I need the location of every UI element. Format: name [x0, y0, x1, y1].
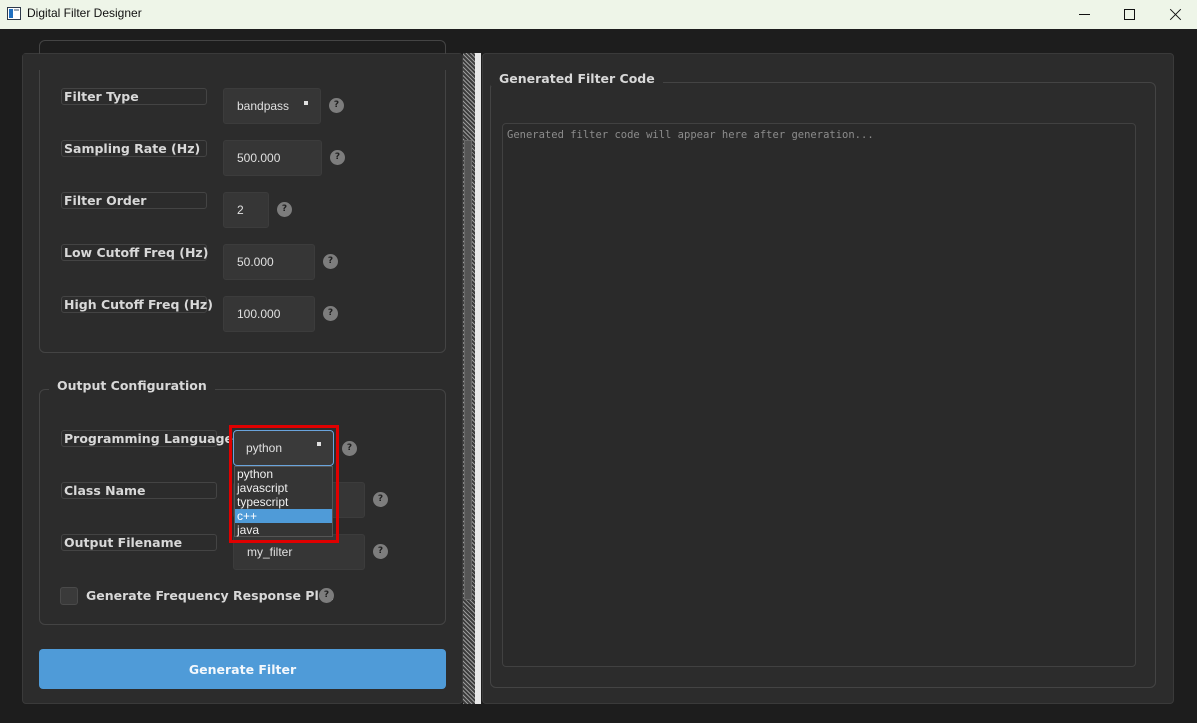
splitter-handle[interactable] — [475, 53, 481, 704]
programming-language-label: Programming Language — [61, 430, 233, 447]
help-icon[interactable]: ? — [323, 306, 338, 321]
output-filename-label: Output Filename — [61, 534, 217, 551]
highlight-box — [229, 425, 339, 543]
high-cutoff-input[interactable]: 100.000 — [223, 296, 315, 332]
help-icon[interactable]: ? — [342, 441, 357, 456]
sampling-rate-input[interactable]: 500.000 — [223, 140, 322, 176]
filter-type-value: bandpass — [237, 99, 290, 113]
filter-order-input[interactable]: 2 — [223, 192, 269, 228]
frequency-plot-checkbox[interactable] — [60, 587, 78, 605]
help-icon[interactable]: ? — [319, 588, 334, 603]
help-icon[interactable]: ? — [277, 202, 292, 217]
filter-type-select[interactable]: bandpass — [223, 88, 321, 124]
sampling-rate-value: 500.000 — [237, 151, 281, 165]
maximize-button[interactable] — [1106, 0, 1152, 29]
filter-order-label: Filter Order — [61, 192, 207, 209]
help-icon[interactable]: ? — [373, 492, 388, 507]
help-icon[interactable]: ? — [330, 150, 345, 165]
help-icon[interactable]: ? — [323, 254, 338, 269]
filter-type-label: Filter Type — [61, 88, 207, 105]
help-icon[interactable]: ? — [329, 98, 344, 113]
output-filename-value: my_filter — [247, 545, 293, 559]
high-cutoff-label: High Cutoff Freq (Hz) — [61, 296, 213, 313]
output-configuration-title: Output Configuration — [49, 378, 215, 393]
high-cutoff-value: 100.000 — [237, 307, 281, 321]
window-title: Digital Filter Designer — [27, 6, 142, 20]
sampling-rate-label: Sampling Rate (Hz) — [61, 140, 207, 157]
scroll-clip — [23, 54, 462, 70]
help-icon[interactable]: ? — [373, 544, 388, 559]
generated-code-title: Generated Filter Code — [491, 71, 663, 86]
low-cutoff-label: Low Cutoff Freq (Hz) — [61, 244, 208, 261]
minimize-button[interactable] — [1061, 0, 1107, 29]
filter-order-value: 2 — [237, 203, 244, 217]
close-button[interactable] — [1152, 0, 1197, 29]
generate-filter-button[interactable]: Generate Filter — [39, 649, 446, 689]
frequency-plot-label[interactable]: Generate Frequency Response Plot — [86, 587, 333, 604]
generated-code-textarea[interactable]: Generated filter code will appear here a… — [502, 123, 1136, 667]
close-icon — [1169, 8, 1182, 21]
maximize-icon — [1123, 9, 1135, 20]
minimize-icon — [1078, 14, 1090, 15]
title-bar: Digital Filter Designer — [0, 0, 1197, 29]
scrollbar-thumb[interactable] — [464, 140, 472, 600]
class-name-label: Class Name — [61, 482, 217, 499]
app-icon — [7, 7, 21, 20]
dropdown-arrow-icon — [304, 101, 308, 105]
low-cutoff-value: 50.000 — [237, 255, 274, 269]
low-cutoff-input[interactable]: 50.000 — [223, 244, 315, 280]
